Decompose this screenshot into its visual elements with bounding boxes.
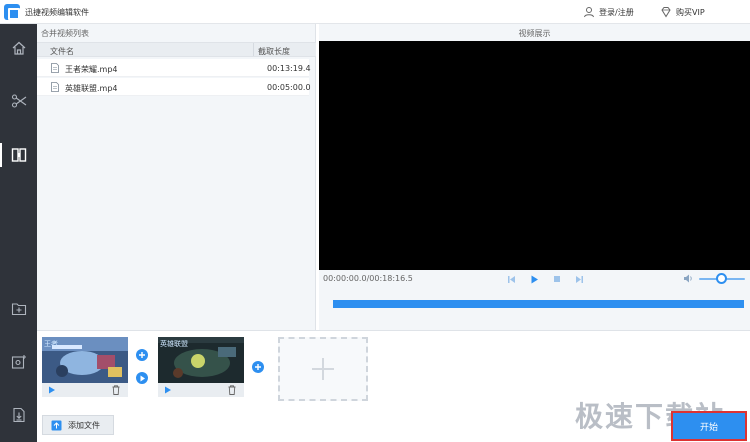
column-divider	[253, 43, 254, 56]
login-label: 登录/注册	[599, 7, 634, 17]
plus-icon	[255, 364, 261, 370]
file-duration: 00:13:19.4	[267, 64, 311, 73]
trash-icon[interactable]	[228, 385, 236, 395]
volume-icon[interactable]	[683, 273, 694, 284]
user-icon	[584, 7, 594, 18]
buy-vip-button[interactable]: 购买VIP	[660, 5, 705, 19]
stop-button[interactable]	[551, 273, 563, 285]
clip-card[interactable]: 王者	[42, 337, 128, 397]
clip-play-icon[interactable]	[164, 386, 172, 394]
sidebar-item-home[interactable]	[0, 32, 37, 64]
merge-list-panel: 合并视频列表 文件名 截取长度 王者荣耀.mp4 00:13:19.4 英雄联盟…	[37, 24, 316, 330]
list-row[interactable]: 王者荣耀.mp4 00:13:19.4	[37, 59, 311, 77]
plus-icon	[312, 358, 334, 380]
file-icon	[51, 82, 59, 92]
start-button[interactable]: 开始	[671, 411, 747, 441]
sidebar-item-merge[interactable]	[0, 139, 37, 171]
add-file-button[interactable]: 添加文件	[42, 415, 114, 435]
list-header: 文件名 截取长度	[37, 42, 316, 57]
sidebar-item-add-folder[interactable]	[0, 293, 37, 325]
thumbnail-caption: 王者	[44, 340, 58, 348]
next-frame-button[interactable]	[573, 273, 585, 285]
sidebar-item-add-settings[interactable]	[0, 346, 37, 378]
add-folder-icon	[11, 303, 26, 316]
column-header-duration[interactable]: 截取长度	[258, 46, 290, 57]
column-header-filename[interactable]: 文件名	[50, 46, 74, 57]
home-icon	[12, 41, 25, 55]
app-logo-icon	[4, 4, 20, 20]
merge-icon	[11, 148, 26, 162]
volume-slider-handle[interactable]	[716, 273, 727, 284]
add-file-label: 添加文件	[68, 420, 100, 430]
add-file-icon	[51, 420, 62, 430]
play-button[interactable]	[528, 273, 540, 285]
scissors-icon	[11, 94, 26, 108]
file-duration: 00:05:00.0	[267, 83, 311, 92]
clip-controls	[42, 383, 128, 397]
timecode: 00:00:00.0/00:18:16.5	[323, 274, 413, 283]
sidebar-item-cut[interactable]	[0, 85, 37, 117]
file-name: 英雄联盟.mp4	[65, 84, 118, 93]
preview-panel: 视频展示 00:00:00.0/00:18:16.5	[319, 24, 750, 330]
add-clip-placeholder[interactable]	[278, 337, 368, 401]
insert-clip-button[interactable]	[252, 361, 264, 373]
clip-controls	[158, 383, 244, 397]
step-forward-icon	[575, 275, 583, 283]
clip-play-icon[interactable]	[48, 386, 56, 394]
previous-frame-button[interactable]	[505, 273, 517, 285]
play-icon	[531, 275, 538, 283]
clip-thumbnail: 英雄联盟	[158, 337, 244, 383]
trash-icon[interactable]	[112, 385, 120, 395]
sidebar-item-export[interactable]	[0, 399, 37, 431]
file-name: 王者荣耀.mp4	[65, 65, 118, 74]
play-icon	[140, 375, 145, 381]
clip-strip: 王者 英雄联盟 添加文件 极速下载站 开始	[37, 330, 750, 442]
clip-thumbnail: 王者	[42, 337, 128, 383]
step-back-icon	[507, 275, 515, 283]
title-bar: 迅捷视频编辑软件 登录/注册 购买VIP	[0, 0, 750, 24]
login-button[interactable]: 登录/注册	[583, 5, 634, 19]
stop-icon	[554, 276, 560, 282]
thumbnail-caption: 英雄联盟	[160, 340, 188, 348]
play-transition-button[interactable]	[136, 372, 148, 384]
file-icon	[51, 63, 59, 73]
download-icon	[12, 407, 25, 423]
vip-label: 购买VIP	[676, 7, 705, 17]
sidebar	[0, 24, 37, 442]
video-display[interactable]	[319, 41, 750, 270]
preview-title: 视频展示	[518, 29, 551, 38]
insert-clip-button[interactable]	[136, 349, 148, 361]
playback-progress-bar[interactable]	[333, 300, 744, 308]
clip-card[interactable]: 英雄联盟	[158, 337, 244, 397]
start-label: 开始	[699, 422, 718, 433]
panel-title: 合并视频列表	[41, 29, 89, 38]
add-settings-icon	[11, 355, 26, 369]
app-title: 迅捷视频编辑软件	[25, 8, 89, 17]
plus-icon	[139, 352, 145, 358]
list-row[interactable]: 英雄联盟.mp4 00:05:00.0	[37, 78, 311, 96]
diamond-icon	[661, 7, 671, 18]
